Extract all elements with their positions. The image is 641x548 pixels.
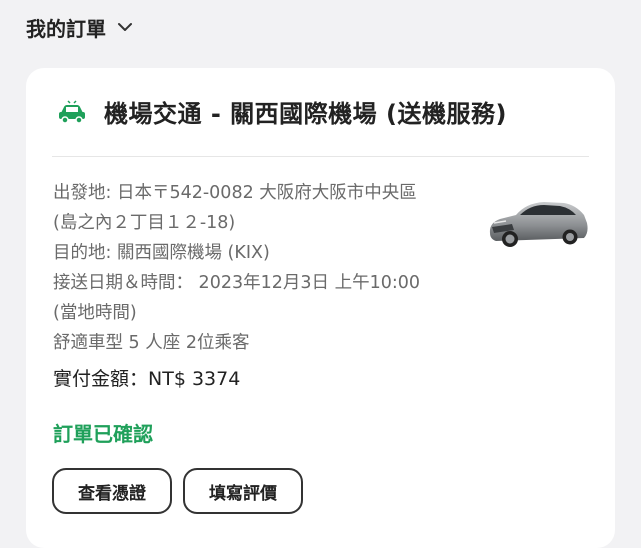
order-title: 機場交通 - 關西國際機場 (送機服務) — [104, 100, 507, 128]
chevron-down-icon[interactable] — [116, 18, 134, 36]
divider — [52, 156, 589, 157]
status-badge: 訂單已確認 — [53, 422, 153, 446]
detail-line: 目的地: 關西國際機場 (KIX) — [53, 243, 270, 263]
detail-line: (當地時間) — [53, 303, 137, 323]
order-details: 出發地: 日本〒542-0082 大阪府大阪市中央區 (島之內２丁目１２-18)… — [53, 178, 493, 358]
car-image — [489, 202, 588, 247]
paid-amount: 實付金額：NT$ 3374 — [53, 368, 241, 390]
write-review-button[interactable]: 填寫評價 — [183, 468, 303, 514]
detail-line: 接送日期＆時間： 2023年12月3日 上午10:00 — [53, 273, 420, 293]
detail-line: (島之內２丁目１２-18) — [53, 213, 236, 233]
order-title-row: 機場交通 - 關西國際機場 (送機服務) — [56, 94, 507, 129]
detail-line: 出發地: 日本〒542-0082 大阪府大阪市中央區 — [53, 183, 417, 203]
order-header[interactable]: 我的訂單 — [26, 10, 134, 44]
page-title: 我的訂單 — [26, 16, 106, 41]
order-card: 機場交通 - 關西國際機場 (送機服務) 出發地: 日本〒542-0082 大阪… — [26, 68, 615, 548]
car-icon — [59, 99, 85, 124]
view-voucher-button[interactable]: 查看憑證 — [52, 468, 172, 514]
detail-line: 舒適車型 5 人座 2位乘客 — [53, 333, 250, 353]
